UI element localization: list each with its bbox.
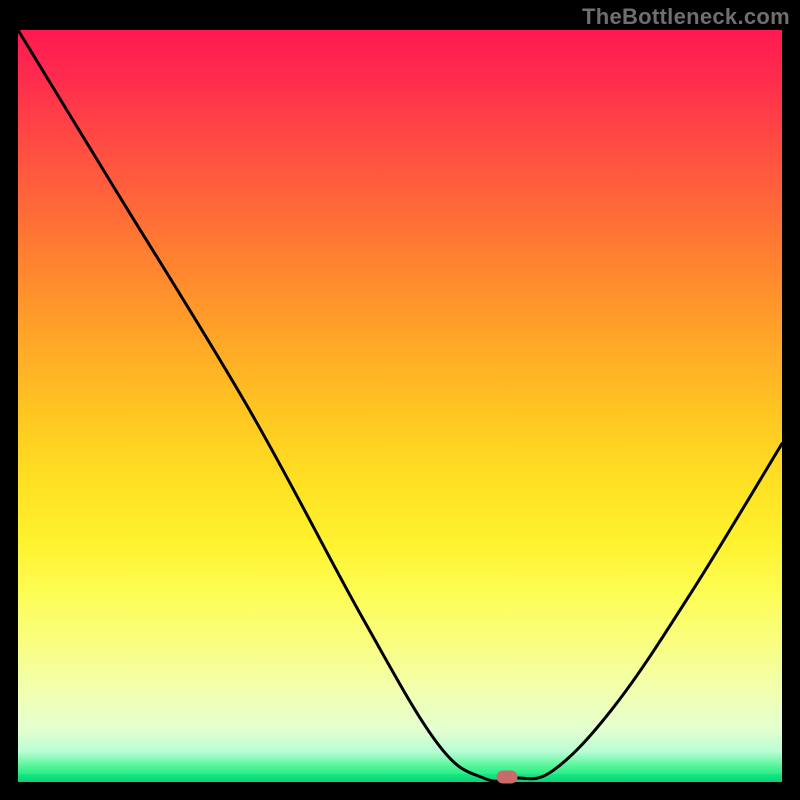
watermark-text: TheBottleneck.com bbox=[582, 4, 790, 30]
curve-svg bbox=[18, 30, 782, 782]
bottleneck-curve bbox=[18, 30, 782, 781]
chart-frame: TheBottleneck.com bbox=[0, 0, 800, 800]
optimal-marker bbox=[496, 770, 517, 783]
plot-area bbox=[18, 30, 782, 782]
